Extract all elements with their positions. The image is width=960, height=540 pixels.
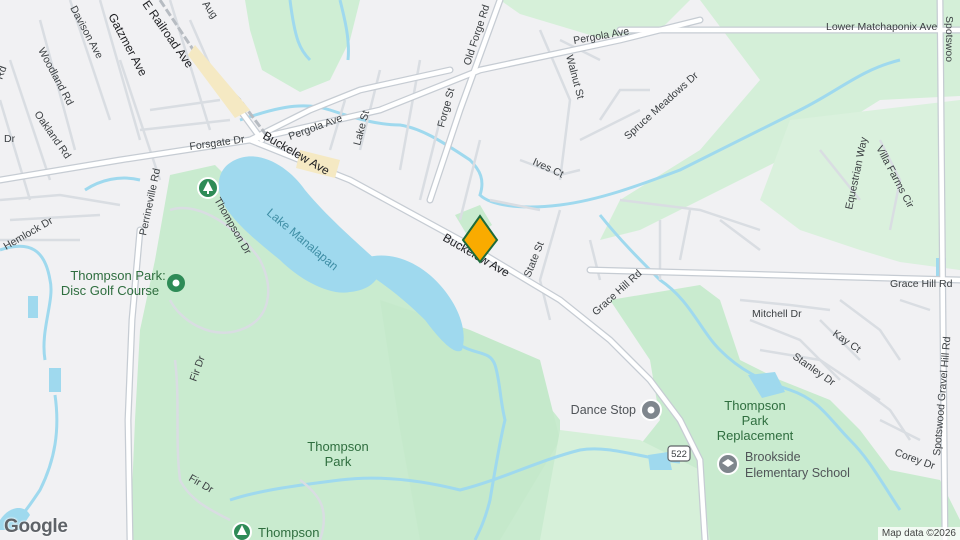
svg-text:Elementary School: Elementary School [745,466,850,480]
park-label-thompson-park-line1: Thompson [307,439,368,454]
tree-icon[interactable] [232,522,252,540]
route-shield-522: 522 [667,445,691,462]
tree-icon[interactable] [197,177,219,199]
road-label-dr-left: Dr [4,133,16,145]
map-canvas[interactable]: Pergola Ave Lower Matchaponix Ave Spotsw… [0,0,960,540]
park-label-replacement-line2: Park [742,413,769,428]
park-label-thompson-bottom: Thompson [258,525,319,540]
svg-text:Disc Golf Course: Disc Golf Course [61,283,159,298]
road-label-lower-matchaponix: Lower Matchaponix Ave [826,21,937,33]
road-label-spotswood-top: Spotswoo [943,16,955,62]
svg-text:Thompson Park:: Thompson Park: [70,268,165,283]
map-attribution[interactable]: Map data ©2026 [877,527,960,540]
map-graphics: Pergola Ave Lower Matchaponix Ave Spotsw… [0,0,960,540]
road-label-mitchell-dr: Mitchell Dr [752,308,802,320]
park-label-replacement-line1: Thompson [724,398,785,413]
park-label-thompson-park-line2: Park [325,454,352,469]
google-logo[interactable]: Google [4,516,68,538]
svg-text:Brookside: Brookside [745,450,801,464]
park-label-replacement-line3: Replacement [717,428,794,443]
svg-text:522: 522 [671,449,687,460]
road-label-grace-hill-rd-2: Grace Hill Rd [890,278,953,290]
poi-label-dance-stop: Dance Stop [571,403,636,417]
